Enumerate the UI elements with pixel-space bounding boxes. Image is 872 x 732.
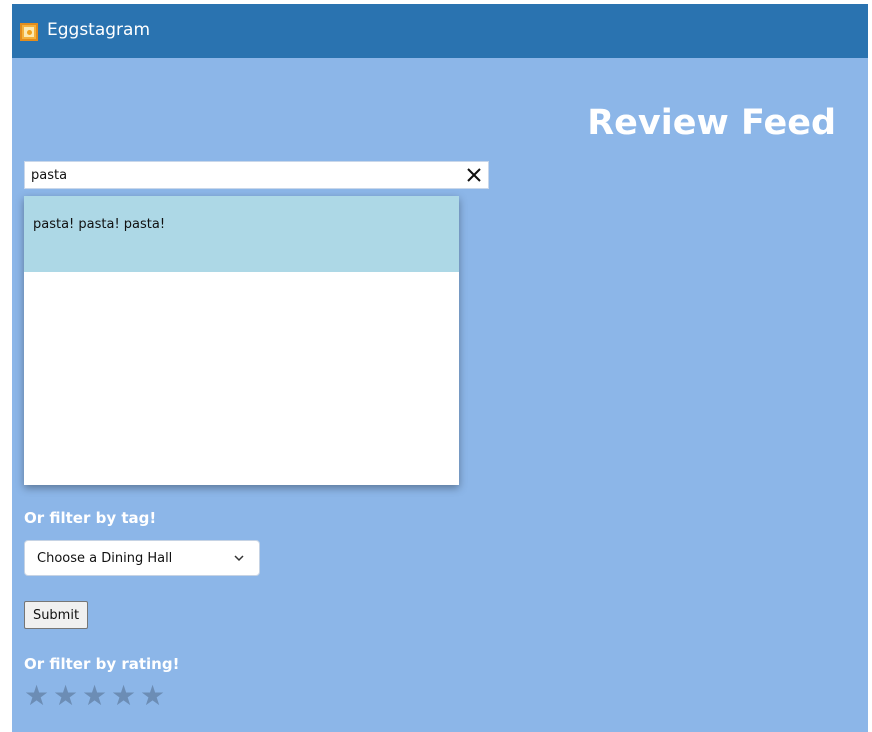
star-2-icon[interactable]: ★ — [53, 682, 82, 710]
star-3-icon[interactable]: ★ — [82, 682, 111, 710]
title-bar: Eggstagram — [12, 4, 868, 58]
close-icon — [467, 168, 481, 182]
clear-search-button[interactable] — [462, 162, 486, 188]
app-window: Eggstagram Review Feed pasta! pasta! pas… — [12, 4, 868, 732]
star-1-icon[interactable]: ★ — [24, 682, 53, 710]
submit-button[interactable]: Submit — [24, 601, 88, 629]
search-input[interactable] — [31, 165, 451, 185]
search-box — [24, 161, 489, 189]
app-icon — [20, 23, 38, 41]
star-5-icon[interactable]: ★ — [140, 682, 169, 710]
rating-filter-label: Or filter by rating! — [24, 655, 180, 673]
search-suggestion-item[interactable]: pasta! pasta! pasta! — [24, 196, 459, 272]
dining-hall-select-value: Choose a Dining Hall — [37, 551, 173, 566]
search-suggestions-dropdown: pasta! pasta! pasta! — [24, 196, 459, 485]
dining-hall-select[interactable]: Choose a Dining Hall — [24, 540, 260, 576]
search-suggestion-text: pasta! pasta! pasta! — [33, 217, 166, 232]
star-4-icon[interactable]: ★ — [111, 682, 140, 710]
tag-filter-label: Or filter by tag! — [24, 509, 157, 527]
chevron-down-icon — [234, 555, 244, 562]
app-title: Eggstagram — [47, 20, 151, 40]
page-title: Review Feed — [587, 103, 836, 143]
rating-stars: ★ ★ ★ ★ ★ — [24, 682, 169, 710]
